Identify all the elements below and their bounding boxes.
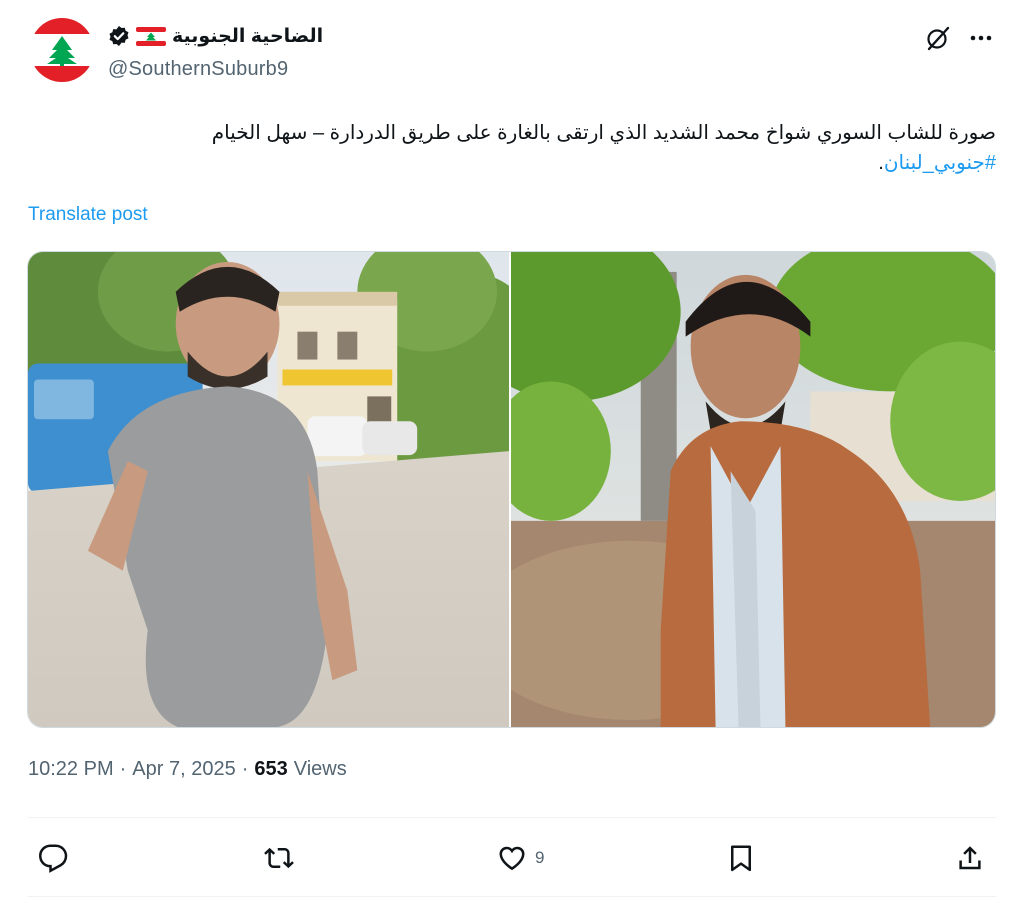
photo-1[interactable] — [28, 252, 509, 727]
meta-separator: · — [119, 758, 127, 780]
translate-post-link[interactable]: Translate post — [28, 204, 148, 226]
author-avatar[interactable] — [30, 18, 94, 82]
lebanon-flag-icon — [136, 26, 166, 46]
tweet-meta: 10:22 PM · Apr 7, 2025 · 653 Views — [28, 758, 347, 781]
author-name-row[interactable]: الضاحية الجنوبية — [108, 22, 323, 50]
repost-icon — [264, 847, 294, 869]
bookmark-button[interactable] — [726, 840, 756, 876]
tweet-media[interactable] — [27, 251, 996, 728]
reply-button[interactable] — [38, 840, 76, 876]
repost-button[interactable] — [264, 840, 302, 876]
share-icon — [959, 846, 981, 870]
grok-icon[interactable] — [924, 24, 952, 52]
author-handle[interactable]: @SouthernSuburb9 — [108, 58, 288, 81]
like-icon — [499, 846, 525, 871]
bookmark-icon — [731, 845, 751, 872]
tweet-text: صورة للشاب السوري شواخ محمد الشديد الذي … — [28, 118, 996, 178]
lebanon-flag-avatar-icon — [30, 18, 94, 82]
photo-2-image — [511, 252, 995, 727]
divider — [28, 896, 996, 897]
photo-2[interactable] — [511, 252, 995, 727]
tweet-actions: 9 — [28, 832, 996, 884]
hashtag-link[interactable]: #جنوبي_لبنان — [884, 152, 996, 174]
share-button[interactable] — [955, 840, 985, 876]
author-display-name[interactable]: الضاحية الجنوبية — [172, 25, 323, 48]
views-label[interactable]: Views — [294, 758, 347, 781]
views-count[interactable]: 653 — [254, 758, 287, 781]
like-count: 9 — [535, 848, 545, 867]
tweet-hashtag-line: #جنوبي_لبنان. — [878, 152, 996, 174]
tweet-date[interactable]: Apr 7, 2025 — [132, 758, 235, 781]
tweet-time[interactable]: 10:22 PM — [28, 758, 114, 781]
meta-separator: · — [241, 758, 249, 780]
verified-badge-icon — [109, 26, 129, 46]
like-button[interactable]: 9 — [497, 840, 544, 876]
photo-1-image — [28, 252, 509, 727]
tweet-header: الضاحية الجنوبية @SouthernSuburb9 — [0, 0, 1024, 100]
reply-icon — [38, 844, 68, 873]
more-icon[interactable] — [966, 26, 996, 50]
tweet-body: صورة للشاب السوري شواخ محمد الشديد الذي … — [211, 122, 996, 144]
divider — [28, 817, 996, 818]
